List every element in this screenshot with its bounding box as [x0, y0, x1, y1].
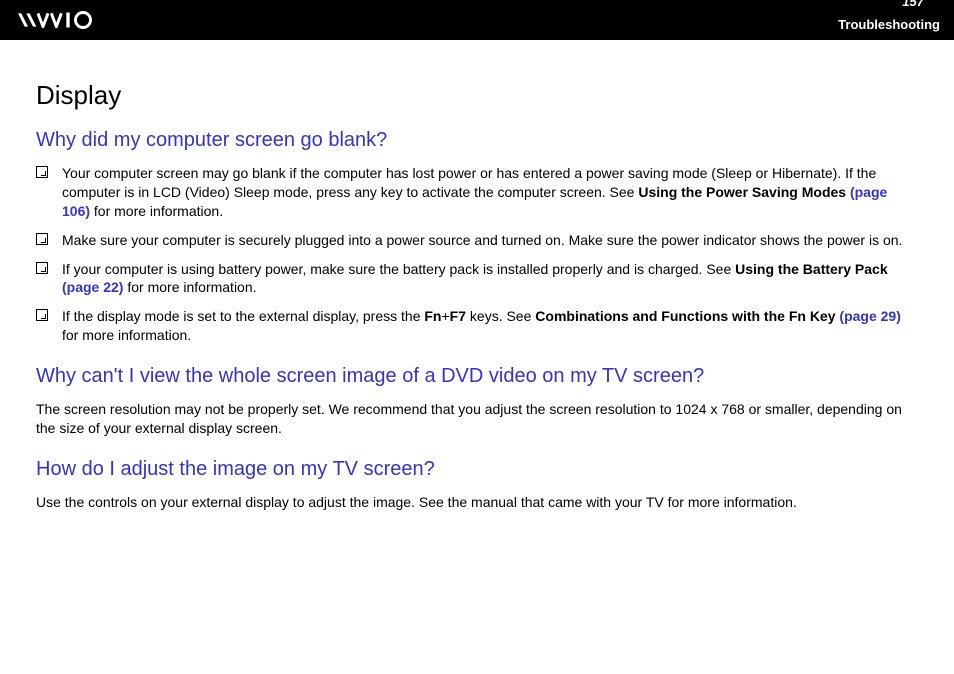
- body-text: for more information.: [90, 203, 223, 219]
- body-text: for more information.: [123, 279, 256, 295]
- bold-text: Combinations and Functions with the Fn K…: [535, 308, 839, 324]
- answer-list-1: Your computer screen may go blank if the…: [36, 164, 918, 345]
- list-item: Make sure your computer is securely plug…: [36, 231, 918, 250]
- page-number-box[interactable]: 157: [886, 0, 940, 10]
- body-text: If your computer is using battery power,…: [62, 261, 735, 277]
- answer-paragraph: Use the controls on your external displa…: [36, 493, 918, 512]
- bullet-icon: [36, 166, 48, 178]
- bullet-icon: [36, 309, 48, 321]
- list-item: Your computer screen may go blank if the…: [36, 164, 918, 221]
- vaio-logo: [18, 10, 118, 30]
- question-heading-2: Why can't I view the whole screen image …: [36, 365, 918, 388]
- prev-page-arrow-icon[interactable]: [886, 0, 896, 10]
- section-name: Troubleshooting: [838, 17, 940, 32]
- content: Display Why did my computer screen go bl…: [0, 40, 954, 512]
- key-text: F7: [450, 308, 466, 324]
- bullet-icon: [36, 233, 48, 245]
- body-text: keys. See: [466, 308, 535, 324]
- answer-paragraph: The screen resolution may not be properl…: [36, 400, 918, 438]
- header: 157 Troubleshooting: [0, 0, 954, 40]
- page-title: Display: [36, 80, 918, 111]
- body-text: If the display mode is set to the extern…: [62, 308, 424, 324]
- body-text: Make sure your computer is securely plug…: [62, 231, 918, 250]
- bold-text: Using the Power Saving Modes: [638, 184, 850, 200]
- list-item: If the display mode is set to the extern…: [36, 307, 918, 345]
- page-link[interactable]: (page 29): [839, 308, 900, 324]
- bullet-icon: [36, 262, 48, 274]
- page-link[interactable]: (page 22): [62, 279, 123, 295]
- page-number: 157: [896, 0, 930, 10]
- bold-text: Using the Battery Pack: [735, 261, 888, 277]
- question-heading-1: Why did my computer screen go blank?: [36, 129, 918, 152]
- question-heading-3: How do I adjust the image on my TV scree…: [36, 458, 918, 481]
- key-text: Fn: [424, 308, 441, 324]
- list-item: If your computer is using battery power,…: [36, 260, 918, 298]
- body-text: for more information.: [62, 327, 191, 343]
- body-text: +: [441, 308, 449, 324]
- next-page-arrow-icon[interactable]: [930, 0, 940, 10]
